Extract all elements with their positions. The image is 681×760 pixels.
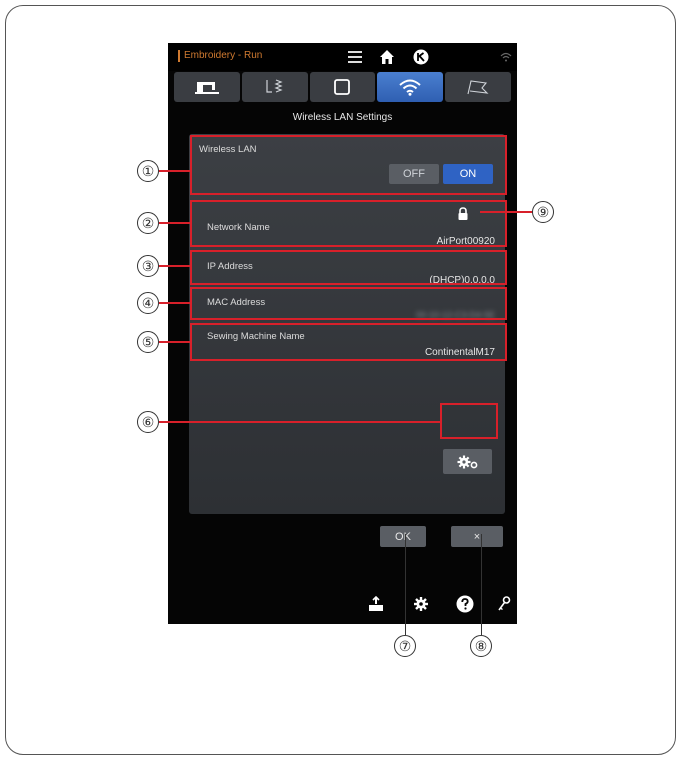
tab-stitch[interactable] [241,72,308,102]
upload-icon[interactable] [366,594,386,614]
callout-1: ① [137,160,159,182]
callout-6: ⑥ [137,411,159,433]
top-status-bar: Embroidery - Run [168,43,517,71]
callout-5: ⑤ [137,331,159,353]
highlight-ip-address [190,250,507,285]
highlight-wireless-lan [190,135,507,195]
leader-line-5 [159,341,191,343]
tab-flag[interactable] [445,72,511,102]
sewing-machine-icon [194,82,219,94]
leader-line-9 [480,211,533,213]
home-icon[interactable] [377,47,397,67]
ok-button[interactable]: OK [380,526,426,547]
tab-hoop[interactable] [309,72,376,102]
leader-line-3 [159,265,191,267]
leader-line-7 [405,534,407,635]
key-icon[interactable] [494,594,514,614]
callout-7: ⑦ [394,635,416,657]
highlight-network-name [190,200,507,247]
leader-line-4 [159,302,191,304]
leader-line-6 [159,421,441,423]
settings-icon[interactable] [411,594,431,614]
callout-8: ⑧ [470,635,492,657]
help-icon[interactable] [455,594,475,614]
advanced-settings-button[interactable] [443,449,492,474]
gear-icon [457,455,477,468]
highlight-mac-address [190,287,507,320]
leader-line-1 [159,170,191,172]
mode-label: Embroidery - Run [178,50,262,62]
leader-line-2 [159,222,191,224]
callout-9: ⑨ [532,201,554,223]
callout-2: ② [137,212,159,234]
cancel-button[interactable]: × [451,526,503,547]
screen-title: Wireless LAN Settings [292,112,393,123]
mode-tabs [174,72,511,102]
menu-icon[interactable] [346,47,364,67]
leader-line-8 [481,534,483,635]
highlight-sewing-machine-name [190,323,507,361]
flag-icon [467,80,489,95]
tab-wireless[interactable] [377,72,444,102]
stitch-pattern-icon [266,79,283,93]
highlight-advanced-settings [440,403,498,439]
tab-sewing[interactable] [174,72,240,102]
wifi-status-icon [499,47,513,67]
wifi-icon [399,79,421,96]
hoop-icon [334,79,351,95]
callout-3: ③ [137,255,159,277]
brand-logo-icon [411,47,431,67]
callout-4: ④ [137,292,159,314]
